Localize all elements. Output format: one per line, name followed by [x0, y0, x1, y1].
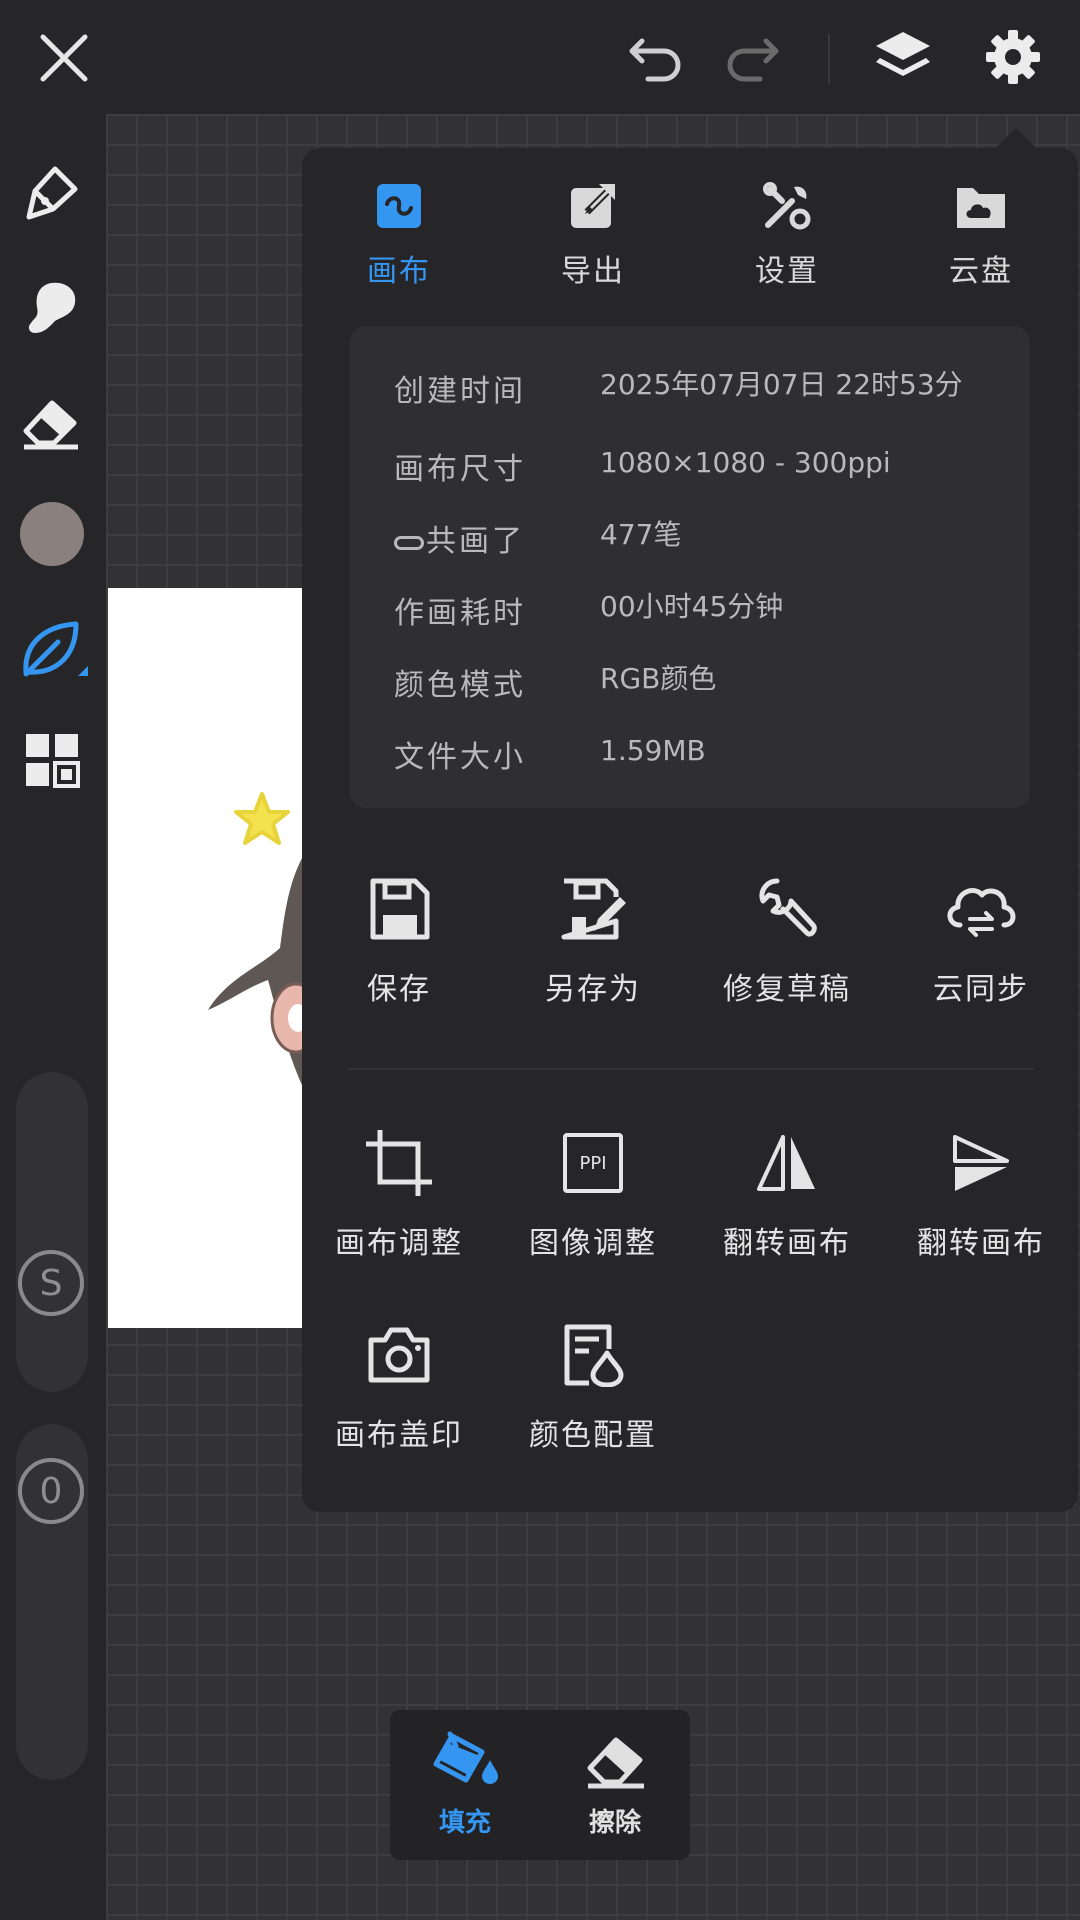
- cloud-sync-icon: [944, 874, 1018, 944]
- canvas-adjust-button[interactable]: 画布调整: [302, 1128, 496, 1262]
- info-key: 作画耗时: [394, 596, 526, 631]
- canvas-menu-panel: 画布 导出 设置 云盘 创建时间 2025年07月07日 22时53分 画布尺寸…: [302, 148, 1078, 1512]
- info-value: 2025年07月07日 22时53分: [600, 368, 963, 401]
- brush-size-knob[interactable]: S: [18, 1250, 84, 1316]
- panel-divider: [348, 1068, 1034, 1070]
- save-icon: [367, 874, 431, 944]
- repair-draft-button[interactable]: 修复草稿: [690, 874, 884, 1008]
- pen-icon[interactable]: [18, 160, 84, 226]
- action-label: 翻转画布: [917, 1226, 1045, 1261]
- tab-cloud-drive[interactable]: 云盘: [884, 180, 1078, 290]
- canvas-actions-row: 画布调整 PPI 图像调整 翻转画布 翻转画布: [302, 1128, 1078, 1262]
- canvas-icon: [375, 180, 423, 232]
- action-label: 翻转画布: [723, 1226, 851, 1261]
- flip-canvas-horizontal-button[interactable]: 翻转画布: [690, 1128, 884, 1262]
- save-as-icon: [558, 874, 628, 944]
- undo-icon[interactable]: [624, 30, 688, 86]
- layers-icon[interactable]: [868, 24, 938, 90]
- ppi-icon: PPI: [563, 1128, 623, 1198]
- panel-tabs: 画布 导出 设置 云盘: [302, 180, 1078, 290]
- toolbar-divider: [828, 34, 830, 84]
- close-icon[interactable]: [30, 24, 98, 92]
- info-key: 文件大小: [394, 740, 526, 775]
- mini-label: 擦除: [588, 1808, 641, 1838]
- info-value: 00小时45分钟: [600, 590, 784, 623]
- action-label: 修复草稿: [723, 972, 851, 1007]
- tab-label: 导出: [561, 254, 625, 289]
- mini-label: 填充: [438, 1808, 491, 1838]
- fill-bucket-icon: [430, 1730, 500, 1794]
- tab-settings[interactable]: 设置: [690, 180, 884, 290]
- artwork-drawing: [208, 792, 322, 1098]
- info-value: RGB颜色: [600, 662, 717, 695]
- camera-icon: [367, 1320, 431, 1390]
- save-as-button[interactable]: 另存为: [496, 874, 690, 1008]
- leaf-brush-icon[interactable]: [18, 614, 88, 684]
- info-row: 画布尺寸 1080×1080 - 300ppi: [394, 444, 1014, 488]
- canvas-actions-row-2: 画布盖印 颜色配置: [302, 1320, 1078, 1454]
- action-label: 云同步: [933, 972, 1029, 1007]
- tab-label: 设置: [755, 254, 819, 289]
- save-button[interactable]: 保存: [302, 874, 496, 1008]
- info-row: 共画了 477笔: [394, 516, 1014, 560]
- eraser-icon[interactable]: [18, 390, 84, 456]
- tab-label: 云盘: [949, 254, 1013, 289]
- flip-vertical-icon: [951, 1128, 1011, 1198]
- color-config-icon: [561, 1320, 625, 1390]
- tools-icon: [762, 180, 812, 232]
- ppi-icon-text: PPI: [563, 1133, 623, 1193]
- action-label: 图像调整: [529, 1226, 657, 1261]
- info-key: 共画了: [394, 516, 600, 560]
- eraser-icon: [582, 1730, 648, 1794]
- gear-icon[interactable]: [980, 24, 1046, 90]
- stroke-icon: [394, 535, 424, 550]
- artwork-canvas[interactable]: [108, 588, 322, 1328]
- flip-horizontal-icon: [755, 1128, 819, 1198]
- info-value: 1080×1080 - 300ppi: [600, 446, 891, 479]
- info-key: 创建时间: [394, 374, 526, 409]
- info-row: 颜色模式 RGB颜色: [394, 660, 1014, 704]
- action-label: 画布调整: [335, 1226, 463, 1261]
- info-row: 作画耗时 00小时45分钟: [394, 588, 1014, 632]
- info-key-text: 共画了: [426, 524, 525, 559]
- color-config-button[interactable]: 颜色配置: [496, 1320, 690, 1454]
- file-actions-row: 保存 另存为 修复草稿 云同步: [302, 874, 1078, 1008]
- canvas-info-card: 创建时间 2025年07月07日 22时53分 画布尺寸 1080×1080 -…: [350, 326, 1030, 808]
- color-swatch[interactable]: [20, 502, 84, 566]
- info-row: 创建时间 2025年07月07日 22时53分: [394, 366, 1014, 410]
- tab-canvas[interactable]: 画布: [302, 180, 496, 290]
- info-value: 477笔: [600, 518, 682, 551]
- info-key: 颜色模式: [394, 668, 526, 703]
- brush-opacity-knob[interactable]: 0: [18, 1458, 84, 1524]
- tab-export[interactable]: 导出: [496, 180, 690, 290]
- redo-icon[interactable]: [720, 30, 784, 86]
- info-row: 文件大小 1.59MB: [394, 732, 1014, 776]
- fill-tool-button[interactable]: 填充: [390, 1710, 540, 1860]
- grid-layout-icon[interactable]: [22, 730, 82, 790]
- canvas-stamp-button[interactable]: 画布盖印: [302, 1320, 496, 1454]
- tab-label: 画布: [367, 254, 431, 289]
- action-label: 另存为: [545, 972, 641, 1007]
- smudge-icon[interactable]: [18, 274, 84, 340]
- cloud-folder-icon: [955, 180, 1007, 232]
- star-icon: [234, 792, 290, 845]
- cloud-sync-button[interactable]: 云同步: [884, 874, 1078, 1008]
- brush-size-slider[interactable]: [16, 1072, 88, 1392]
- export-icon: [569, 180, 617, 232]
- wrench-icon: [755, 874, 819, 944]
- panel-pointer: [994, 128, 1038, 150]
- erase-tool-button[interactable]: 擦除: [540, 1710, 690, 1860]
- image-adjust-button[interactable]: PPI 图像调整: [496, 1128, 690, 1262]
- flip-canvas-vertical-button[interactable]: 翻转画布: [884, 1128, 1078, 1262]
- fill-erase-toolbar: 填充 擦除: [390, 1710, 690, 1860]
- crop-icon: [364, 1128, 434, 1198]
- action-label: 画布盖印: [335, 1418, 463, 1453]
- info-key: 画布尺寸: [394, 452, 526, 487]
- action-label: 保存: [367, 972, 431, 1007]
- action-label: 颜色配置: [529, 1418, 657, 1453]
- info-value: 1.59MB: [600, 734, 706, 767]
